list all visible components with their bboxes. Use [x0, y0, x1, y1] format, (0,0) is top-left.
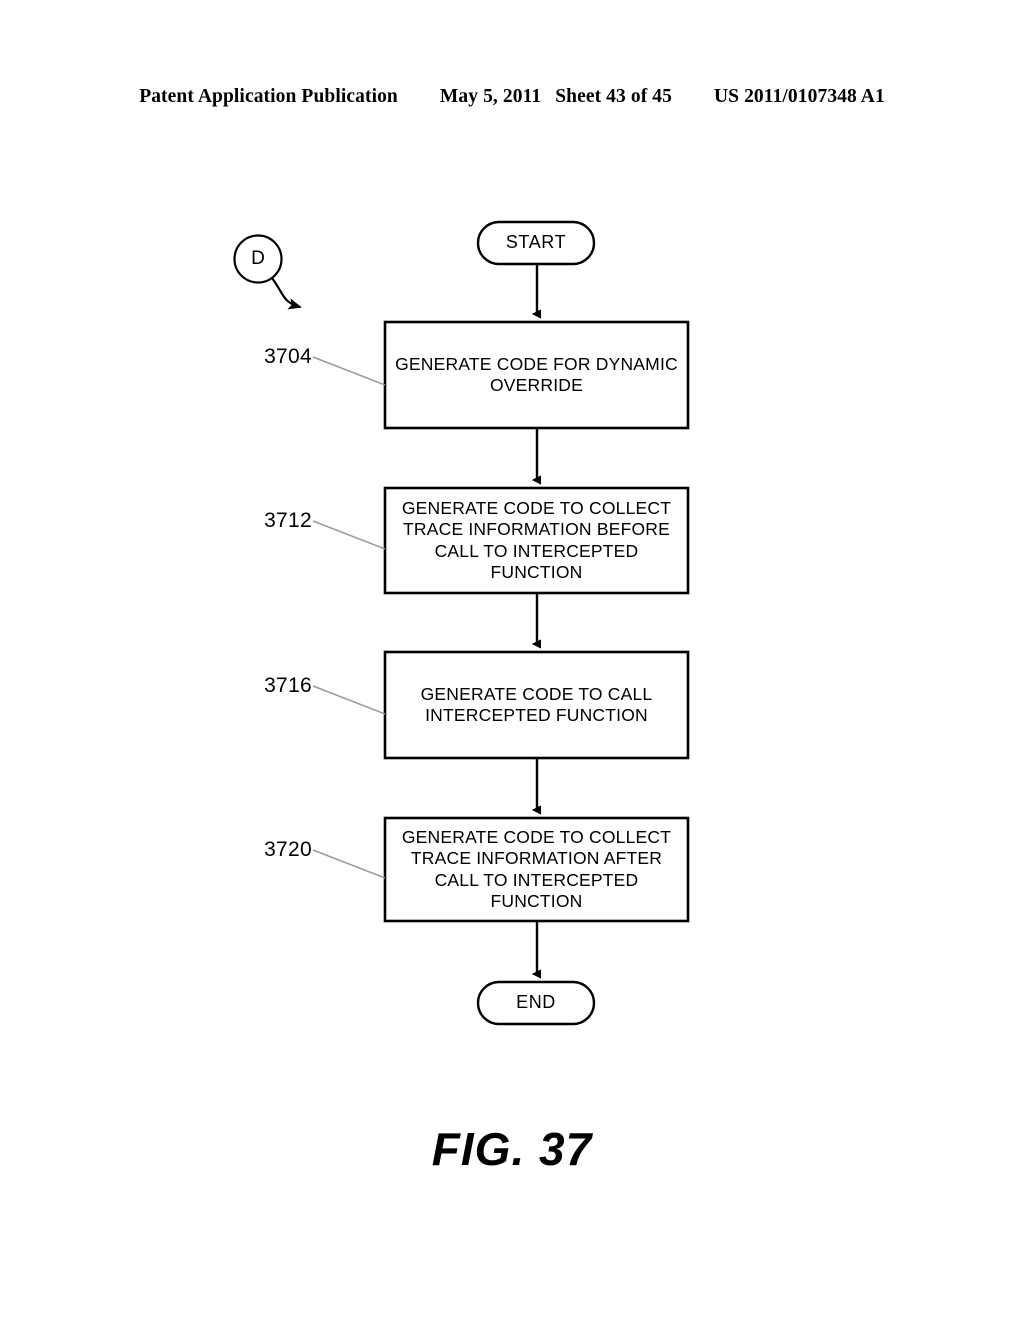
leader-line-3712 [312, 520, 386, 550]
process-box-3720-label: GENERATE CODE TO COLLECT TRACE INFORMATIO… [385, 818, 688, 921]
reference-number-3704: 3704 [264, 345, 312, 368]
end-terminator-label: END [516, 992, 556, 1013]
connector-curved-arrow [271, 277, 302, 310]
start-terminator-label: START [505, 232, 567, 253]
process-box-3712-text: GENERATE CODE TO COLLECT TRACE INFORMATIO… [401, 497, 672, 583]
reference-number-3712: 3712 [264, 509, 312, 532]
process-box-3716-label: GENERATE CODE TO CALL INTERCEPTED FUNCTIO… [385, 652, 688, 758]
leader-line-3716 [312, 685, 386, 715]
reference-number-3720: 3720 [264, 838, 312, 861]
leader-line-3704 [312, 356, 386, 386]
process-box-3704-label: GENERATE CODE FOR DYNAMIC OVERRIDE [385, 322, 688, 428]
process-box-3712-label: GENERATE CODE TO COLLECT TRACE INFORMATIO… [385, 488, 688, 593]
process-box-3704-text: GENERATE CODE FOR DYNAMIC OVERRIDE [395, 353, 678, 396]
process-box-3720-text: GENERATE CODE TO COLLECT TRACE INFORMATIO… [401, 826, 672, 912]
figure-caption: FIG. 37 [431, 1123, 593, 1175]
off-page-connector-label: D [251, 248, 265, 269]
leader-line-3720 [312, 849, 386, 879]
reference-number-3716: 3716 [264, 674, 312, 697]
process-box-3716-text: GENERATE CODE TO CALL INTERCEPTED FUNCTIO… [420, 683, 653, 726]
